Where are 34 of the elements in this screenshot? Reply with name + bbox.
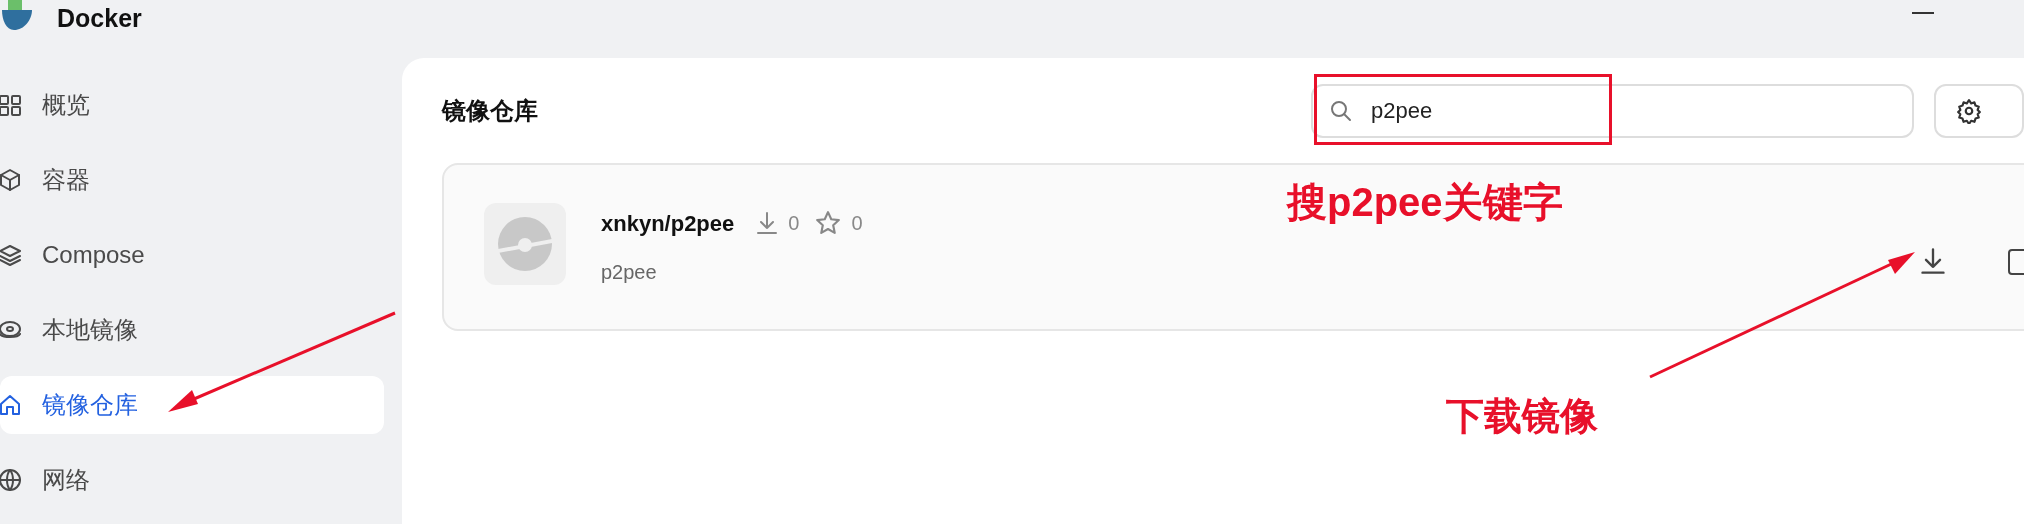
- grid-icon: [0, 93, 22, 117]
- annotation-text: 搜p2pee关键字: [1287, 179, 1563, 226]
- annotation-text: 下载镜像: [1446, 394, 1598, 439]
- download-button[interactable]: [1920, 247, 1946, 275]
- image-description: p2pee: [601, 260, 658, 285]
- star-icon: [815, 210, 842, 236]
- disc-icon: [498, 217, 552, 271]
- image-name: xnkyn/p2pee: [601, 209, 735, 238]
- sidebar-label: 本地镜像: [42, 315, 138, 345]
- sidebar-label: 网络: [42, 465, 90, 495]
- sidebar-item[interactable]: 网络: [0, 451, 384, 509]
- cube-icon: [0, 168, 22, 192]
- layers-icon: [0, 243, 22, 267]
- sidebar-item[interactable]: 本地镜像: [0, 301, 384, 359]
- page-title: 镜像仓库: [442, 96, 539, 126]
- search-field[interactable]: p2pee: [1311, 84, 1914, 138]
- settings-button[interactable]: [1934, 84, 2024, 138]
- sidebar-label: 容器: [42, 165, 90, 195]
- sidebar-item[interactable]: 容器: [0, 151, 384, 209]
- download-count: 0: [788, 211, 800, 236]
- sidebar-item[interactable]: Compose: [0, 226, 384, 284]
- sidebar-label: 概览: [42, 90, 90, 120]
- sidebar-item[interactable]: 概览: [0, 76, 384, 134]
- download-icon: [756, 211, 779, 235]
- download-icon: [1920, 247, 1946, 275]
- settings-icon: [1956, 98, 1982, 124]
- search-icon: [1329, 99, 1353, 123]
- home-icon: [0, 393, 22, 417]
- sidebar-label: Compose: [42, 240, 145, 270]
- app-title: Docker: [57, 3, 142, 34]
- sidebar-item[interactable]: 镜像仓库: [0, 376, 384, 434]
- star-count: 0: [851, 211, 863, 236]
- globe-icon: [0, 468, 22, 492]
- sidebar-label: 镜像仓库: [42, 390, 138, 420]
